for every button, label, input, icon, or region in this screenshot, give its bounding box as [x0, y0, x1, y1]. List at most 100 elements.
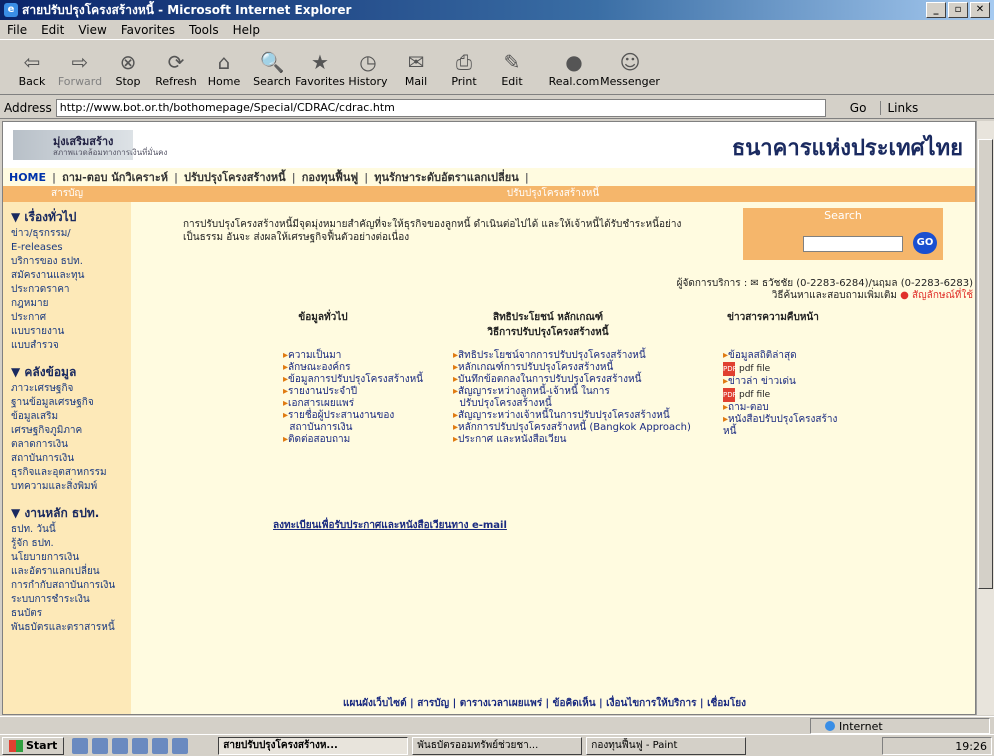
sidebar-item[interactable]: การกำกับสถาบันการเงิน [11, 579, 131, 593]
back-button[interactable]: ⇦ Back [8, 49, 56, 88]
sidebar-item[interactable]: บริการของ ธปท. [11, 255, 131, 269]
sidebar-item[interactable]: ข้อมูลเสริม [11, 410, 131, 424]
link-history[interactable]: ▸ความเป็นมา [283, 350, 423, 362]
favorites-button[interactable]: ★ Favorites [295, 49, 345, 88]
link-headline-news[interactable]: ▸ข่าวล่า ข่าวเด่น [723, 376, 837, 388]
link-announcements[interactable]: ▸ประกาศ และหนังสือเวียน [453, 434, 691, 446]
link-contact[interactable]: ▸ติดต่อสอบถาม [283, 434, 423, 446]
link-coordinators[interactable]: ▸รายชื่อผู้ประสานงานของ [283, 410, 423, 422]
sidebar-item[interactable]: พันธบัตรและตราสารหนี้ [11, 621, 131, 635]
quicklaunch-app2-icon[interactable] [152, 737, 169, 754]
link-faq[interactable]: ▸ถาม-ตอบ [723, 402, 837, 414]
address-input[interactable]: http://www.bot.or.th/bothomepage/Special… [55, 98, 826, 117]
footer-links[interactable]: แผนผังเว็บไซต์ | สารบัญ | ตารางเวลาเผยแพ… [343, 696, 746, 711]
nav-fund[interactable]: กองทุนฟื้นฟู [302, 168, 359, 186]
menu-view[interactable]: View [71, 23, 113, 37]
link-benefits[interactable]: ▸สิทธิประโยชน์จากการปรับปรุงโครงสร้างหนี… [453, 350, 691, 362]
link-annual-report[interactable]: ▸รายงานประจำปี [283, 386, 423, 398]
link-restructuring-letters-cont[interactable]: หนี้ [723, 426, 837, 438]
sidebar-item[interactable]: ตลาดการเงิน [11, 438, 131, 452]
close-button[interactable]: ✕ [970, 2, 990, 18]
contact-line[interactable]: ผู้จัดการบริการ : ✉ ธวัชชัย (0-2283-6284… [677, 278, 973, 290]
start-button[interactable]: Start [2, 736, 65, 755]
menu-edit[interactable]: Edit [34, 23, 71, 37]
link-bangkok-approach[interactable]: ▸หลักการปรับปรุงโครงสร้างหนี้ (Bangkok A… [453, 422, 691, 434]
link-intercreditor-contract[interactable]: ▸สัญญาระหว่างเจ้าหนี้ในการปรับปรุงโครงสร… [453, 410, 691, 422]
sidebar-item[interactable]: ระบบการชำระเงิน [11, 593, 131, 607]
sidebar-item[interactable]: รู้จัก ธปท. [11, 537, 131, 551]
symbol-legend-link[interactable]: ● สัญลักษณ์ที่ใช้ [900, 290, 973, 301]
link-mou[interactable]: ▸บันทึกข้อตกลงในการปรับปรุงโครงสร้างหนี้ [453, 374, 691, 386]
history-button[interactable]: ◷ History [344, 49, 392, 88]
links-button[interactable]: Links [880, 100, 918, 115]
sidebar-item[interactable]: ประกาศ [11, 311, 131, 325]
link-restructuring-data[interactable]: ▸ข้อมูลการปรับปรุงโครงสร้างหนี้ [283, 374, 423, 386]
nav-exchange-fund[interactable]: ทุนรักษาระดับอัตราแลกเปลี่ยน [374, 168, 518, 186]
maximize-button[interactable]: ▫ [948, 2, 968, 18]
site-search-input[interactable] [803, 236, 903, 252]
stats-pdf-link[interactable]: PDF pdf file [723, 362, 837, 376]
messenger-button[interactable]: ☺ Messenger [598, 49, 662, 88]
sidebar-item[interactable]: ธนบัตร [11, 607, 131, 621]
search-button[interactable]: 🔍 Search [248, 49, 296, 88]
taskbar-item-paint[interactable]: กองทุนฟื้นฟู - Paint [586, 736, 747, 755]
sidebar-item[interactable]: ธปท. วันนี้ [11, 523, 131, 537]
news-pdf-link[interactable]: PDF pdf file [723, 388, 837, 402]
go-button[interactable]: Go [850, 101, 867, 115]
search-go-button[interactable]: GO [913, 232, 937, 254]
sidebar-item[interactable]: ธุรกิจและอุตสาหกรรม [11, 466, 131, 480]
sidebar-item[interactable]: บทความและสิ่งพิมพ์ [11, 480, 131, 494]
nav-home[interactable]: HOME [9, 171, 46, 184]
link-debtor-creditor-contract-cont[interactable]: ปรับปรุงโครงสร้างหนี้ [453, 398, 691, 410]
sidebar-item[interactable]: ข่าว/ธุรกรรม/ [11, 227, 131, 241]
mail-button[interactable]: ✉ Mail [392, 49, 440, 88]
menu-tools[interactable]: Tools [182, 23, 226, 37]
link-publications[interactable]: ▸เอกสารเผยแพร่ [283, 398, 423, 410]
stop-button[interactable]: ⊗ Stop [104, 49, 152, 88]
sidebar-heading-general[interactable]: ▼ เรื่องทั่วไป [11, 208, 131, 227]
sidebar-heading-bot[interactable]: ▼ งานหลัก ธปท. [11, 504, 131, 523]
quicklaunch-outlook-icon[interactable] [92, 737, 109, 754]
forward-button[interactable]: ⇨ Forward [56, 49, 104, 88]
link-criteria[interactable]: ▸หลักเกณฑ์การปรับปรุงโครงสร้างหนี้ [453, 362, 691, 374]
sidebar-item[interactable]: นโยบายการเงิน [11, 551, 131, 565]
sidebar-item[interactable]: แบบรายงาน [11, 325, 131, 339]
link-organization[interactable]: ▸ลักษณะองค์กร [283, 362, 423, 374]
sidebar-item[interactable]: ฐานข้อมูลเศรษฐกิจ [11, 396, 131, 410]
refresh-button[interactable]: ⟳ Refresh [152, 49, 200, 88]
quicklaunch-app-icon[interactable] [132, 737, 149, 754]
sidebar-item[interactable]: และอัตราแลกเปลี่ยน [11, 565, 131, 579]
sidebar-item[interactable]: ประกวดราคา [11, 283, 131, 297]
quicklaunch-ie-icon[interactable] [72, 737, 89, 754]
nav-qa[interactable]: ถาม-ตอบ นักวิเคราะห์ [62, 168, 168, 186]
link-latest-stats[interactable]: ▸ข้อมูลสถิติล่าสุด [723, 350, 837, 362]
sidebar-item[interactable]: แบบสำรวจ [11, 339, 131, 353]
email-register-link[interactable]: ลงทะเบียนเพื่อรับประกาศและหนังสือเวียนทา… [273, 518, 507, 533]
taskbar-item-ie[interactable]: พันธบัตรออมทรัพย์ช่วยชา... [412, 736, 583, 755]
edit-button[interactable]: ✎ Edit [488, 49, 536, 88]
menu-file[interactable]: File [0, 23, 34, 37]
sidebar-item[interactable]: สมัครงานและทุน [11, 269, 131, 283]
home-button[interactable]: ⌂ Home [200, 49, 248, 88]
link-coordinators-cont[interactable]: สถาบันการเงิน [283, 422, 423, 434]
nav-debt-restructuring[interactable]: ปรับปรุงโครงสร้างหนี้ [184, 168, 286, 186]
quicklaunch-app3-icon[interactable] [172, 737, 189, 754]
menu-favorites[interactable]: Favorites [114, 23, 182, 37]
sidebar-item[interactable]: เศรษฐกิจภูมิภาค [11, 424, 131, 438]
sidebar-item[interactable]: กฎหมาย [11, 297, 131, 311]
contact-help-link[interactable]: วิธีค้นหาและสอบถามเพิ่มเติม [772, 290, 897, 301]
menu-help[interactable]: Help [226, 23, 267, 37]
taskbar-item-ie-active[interactable]: สายปรับปรุงโครงสร้างห... [218, 736, 409, 755]
link-debtor-creditor-contract[interactable]: ▸สัญญาระหว่างลูกหนี้-เจ้าหนี้ ในการ [453, 386, 691, 398]
site-logo-left[interactable]: มุ่งเสริมสร้าง สภาพแวดล้อมทางการเงินที่ม… [13, 130, 167, 160]
sidebar-heading-data[interactable]: ▼ คลังข้อมูล [11, 363, 131, 382]
sidebar-item[interactable]: ภาวะเศรษฐกิจ [11, 382, 131, 396]
scrollbar-thumb[interactable] [978, 139, 993, 589]
minimize-button[interactable]: _ [926, 2, 946, 18]
link-restructuring-letters[interactable]: ▸หนังสือปรับปรุงโครงสร้าง [723, 414, 837, 426]
bank-logo[interactable]: ธนาคารแห่งประเทศไทย [732, 130, 963, 165]
sidebar-item[interactable]: E-releases [11, 241, 131, 255]
realcom-button[interactable]: ● Real.com [549, 49, 600, 88]
sidebar-item[interactable]: สถาบันการเงิน [11, 452, 131, 466]
vertical-scrollbar[interactable] [976, 121, 994, 715]
